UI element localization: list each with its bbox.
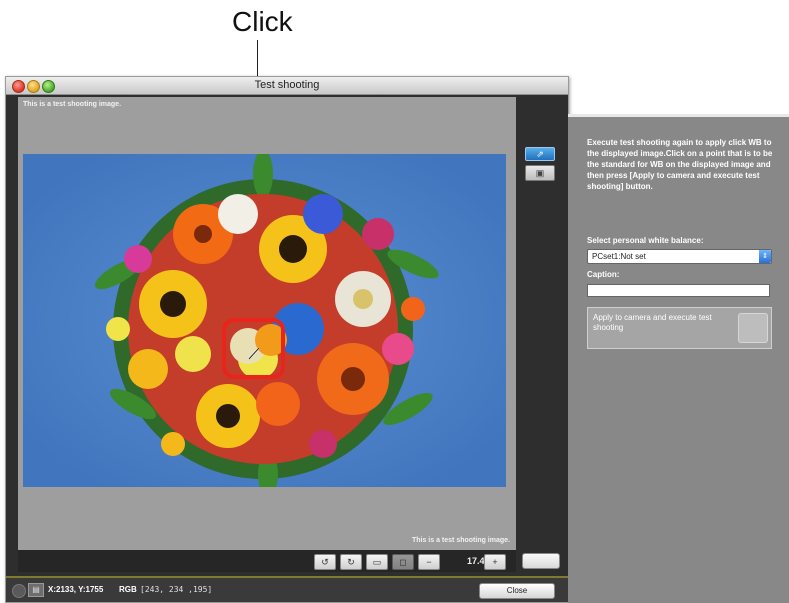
updown-arrow-icon[interactable]: ⇕ [759, 250, 771, 263]
rgb-value: [243, 234 ,195] [140, 585, 213, 594]
caption-label: Caption: [587, 270, 620, 279]
status-bar: ▤ X:2133, Y:1755 RGB [243, 234 ,195] Clo… [6, 578, 568, 602]
flower-bouquet-image [23, 154, 506, 487]
panel-toggle-button[interactable] [522, 553, 560, 569]
rotate-right-icon[interactable]: ↻ [340, 554, 362, 570]
caption-input[interactable] [587, 284, 770, 297]
window-title: Test shooting [254, 79, 320, 91]
click-wb-tool-button[interactable]: ⇗ [525, 147, 555, 161]
click-annotation-label: Click [232, 6, 293, 37]
instruction-text: Execute test shooting again to apply cli… [587, 138, 773, 191]
caption-top: This is a test shooting image. [23, 101, 122, 108]
camera-tool-button[interactable]: ▣ [525, 165, 555, 181]
close-button[interactable]: Close [479, 583, 555, 599]
white-balance-panel: Execute test shooting again to apply cli… [568, 114, 789, 603]
caption-bottom: This is a test shooting image. [411, 537, 510, 544]
wb-select-value: PCset1:Not set [592, 252, 646, 261]
apply-and-shoot-button[interactable] [738, 313, 768, 343]
image-toolbar: ↺ ↻ ▭ ◻ − 17.4% + [18, 550, 516, 572]
rotate-left-icon[interactable]: ↺ [314, 554, 336, 570]
wb-select-label: Select personal white balance: [587, 236, 704, 245]
personal-wb-select[interactable]: PCset1:Not set ⇕ [587, 249, 772, 264]
test-shot-photo[interactable] [23, 154, 506, 487]
zoom-out-icon[interactable]: − [418, 554, 440, 570]
apply-and-shoot-group: Apply to camera and execute test shootin… [587, 307, 772, 349]
panel-top-edge [568, 114, 789, 117]
coordinate-readout: X:2133, Y:1755 [48, 585, 104, 594]
apply-label: Apply to camera and execute test shootin… [593, 313, 712, 332]
test-shooting-window: Test shooting This is a test shooting im… [5, 76, 569, 603]
display-icon[interactable]: ▤ [28, 583, 44, 597]
lock-icon[interactable] [12, 584, 26, 598]
title-bar[interactable]: Test shooting [6, 77, 568, 95]
fit-to-window-icon[interactable]: ▭ [366, 554, 388, 570]
full-size-icon[interactable]: ◻ [392, 554, 414, 570]
rgb-label: RGB [119, 585, 137, 594]
zoom-in-icon[interactable]: + [484, 554, 506, 570]
image-viewer[interactable]: This is a test shooting image. This is a… [18, 97, 516, 550]
